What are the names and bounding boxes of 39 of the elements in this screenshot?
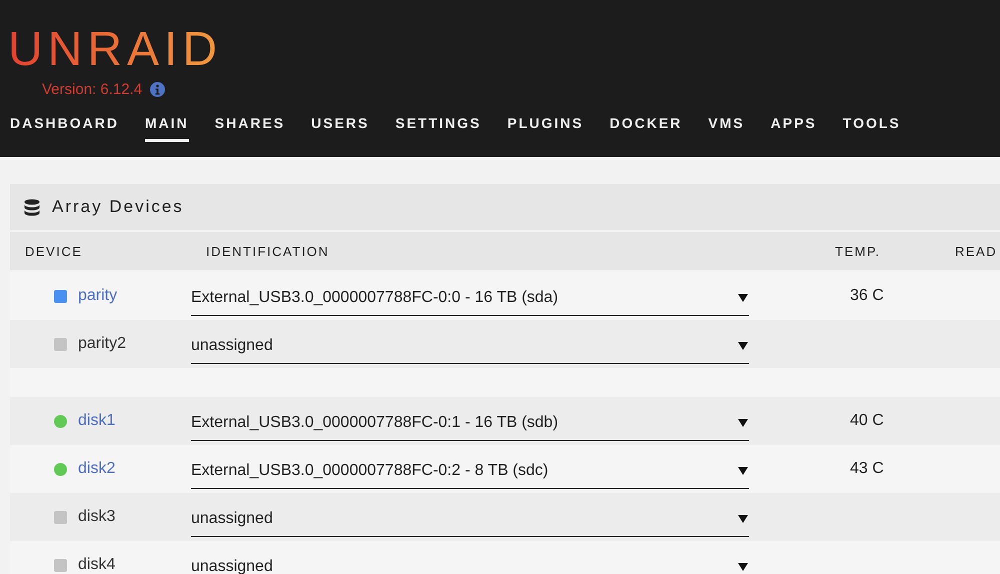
nav-tab[interactable]: DOCKER [610,110,682,142]
device-link[interactable]: parity [78,287,118,305]
device-dropdown[interactable]: External_USB3.0_0000007788FC-0:2 - 8 TB (sdc) [191,458,749,488]
temperature-cell-text: 40 C [850,412,885,430]
device-label: parity2 [78,335,126,353]
device-label: disk4 [78,556,116,574]
column-header: READ [955,244,998,258]
caret-icon [738,514,748,522]
nav-tab[interactable]: DASHBOARD [10,110,119,142]
nav-tab[interactable]: VMS [708,110,745,142]
temperature-cell-text: 43 C [850,460,885,478]
nav-tab[interactable]: MAIN [145,110,189,142]
nav-tab[interactable]: TOOLS [842,110,901,142]
column-header: TEMP. [835,244,882,258]
device-dropdown[interactable]: External_USB3.0_0000007788FC-0:1 - 16 TB (sdb) [191,410,749,440]
database-icon [24,198,40,216]
nav-tab[interactable]: SHARES [214,110,286,142]
device-dropdown[interactable]: unassigned [191,506,749,536]
column-header: DEVICE [24,244,84,258]
device-dropdown[interactable]: unassigned [191,332,749,364]
info-icon[interactable] [150,82,166,96]
device-link[interactable]: disk1 [78,412,116,430]
nav-tab[interactable]: SETTINGS [395,110,482,142]
column-header: IDENTIFICATION [205,244,330,258]
caret-icon [738,294,748,302]
version-text: Version: 6.12.4 [42,80,142,98]
nav-tab[interactable]: PLUGINS [507,110,584,142]
temperature-cell-text: 36 C [850,287,885,305]
device-dropdown[interactable]: External_USB3.0_0000007788FC-0:0 - 16 TB (sda) [191,284,749,316]
nav-tab[interactable]: USERS [311,110,370,142]
device-dropdown[interactable]: unassigned [191,554,749,574]
caret-icon [738,418,748,426]
caret-icon [738,466,748,474]
device-link[interactable]: disk2 [78,460,116,478]
device-label: disk3 [78,508,116,526]
nav-tab[interactable]: APPS [770,110,817,142]
panel-title: Array Devices [52,197,184,217]
caret-icon [738,342,748,350]
caret-icon [738,562,748,570]
